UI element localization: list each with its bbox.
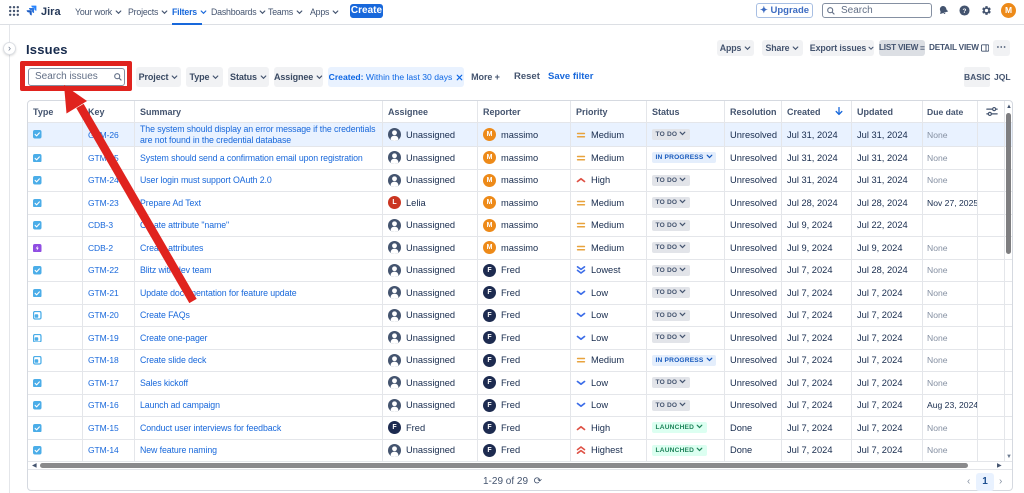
svg-text:?: ? xyxy=(963,8,967,15)
